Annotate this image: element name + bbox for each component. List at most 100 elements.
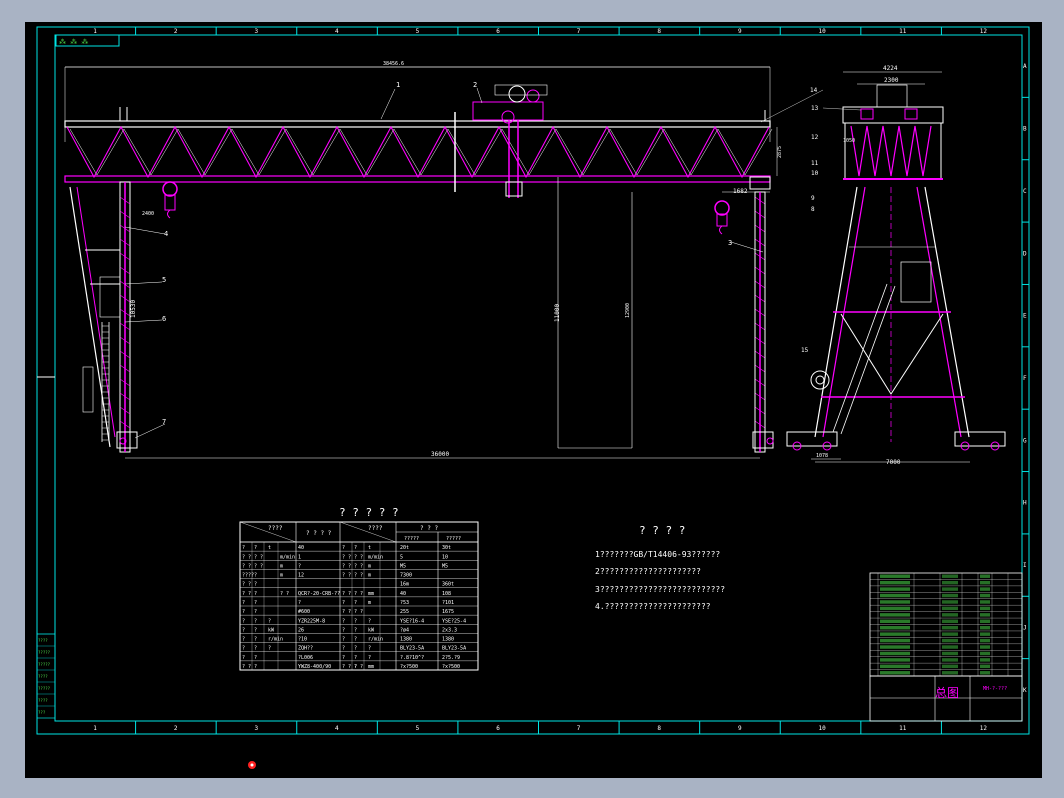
dim-mid-height: 11000 <box>554 304 561 322</box>
params-cell: ? <box>268 646 271 652</box>
girder-top-chord <box>64 120 771 128</box>
dim-base-width: 7000 <box>886 459 901 466</box>
params-cell: ? <box>342 637 345 643</box>
params-cell: ? <box>242 545 245 551</box>
callout-12: 12 <box>811 134 819 141</box>
params-cell: ? <box>354 637 357 643</box>
col-mark-top: 4 <box>335 28 339 35</box>
left-revision-stamp: ?????????????????????????????? <box>36 633 56 719</box>
params-cell: ? ? ? ? <box>342 554 363 560</box>
col-mark-bottom: 3 <box>254 725 258 732</box>
col-mark-top: 8 <box>657 28 661 35</box>
params-head-mid2: ???? <box>368 525 383 532</box>
params-cell: 2?5.?9 <box>442 655 460 661</box>
params-head-right: ? ? ? <box>420 525 438 532</box>
params-head-sub: ????? <box>404 536 419 542</box>
params-cell: ? ? <box>354 664 363 670</box>
col-mark-bottom: 9 <box>738 725 742 732</box>
dim-top: 38456.6 <box>383 61 404 67</box>
left-stamp-cell: ???? <box>38 638 48 643</box>
girder-truss-web-inner <box>69 128 773 176</box>
col-mark-bottom: 12 <box>980 725 988 732</box>
params-cell: ? <box>254 637 257 643</box>
cad-viewport[interactable]: 1 1 2 2 3 3 4 4 5 5 6 6 7 7 8 8 9 9 10 10 11 11 12 12 ABCDEFGHI… <box>25 22 1042 778</box>
params-cell: 360t <box>442 582 454 588</box>
params-cell: 12 <box>298 573 304 579</box>
params-cell: ? <box>242 609 245 615</box>
params-head-mid: ? ? ? ? <box>306 530 332 537</box>
callout-15: 15 <box>801 347 809 354</box>
params-cell: ? <box>254 545 257 551</box>
params-cell: 10 <box>442 554 448 560</box>
params-cell: m <box>368 563 371 569</box>
params-cell: ? ? ? ? <box>342 563 363 569</box>
col-mark-bottom: 7 <box>577 725 581 732</box>
trolley-drum <box>508 85 526 103</box>
note-line-2: 2????????????????????? <box>595 567 701 576</box>
col-mark-top: 11 <box>899 28 907 35</box>
params-cell: mm <box>368 664 374 670</box>
drawing-code: MH-?-??? <box>983 686 1007 692</box>
params-cell: m <box>368 573 371 579</box>
params-cell: ? <box>242 646 245 652</box>
params-cell: t <box>368 545 371 551</box>
callout-7: 7 <box>162 418 166 426</box>
col-mark-top: 6 <box>496 28 500 35</box>
col-mark-bottom: 6 <box>496 725 500 732</box>
col-mark-bottom: 1 <box>93 725 97 732</box>
params-cell: ? ? ? ? <box>342 591 363 597</box>
title-block: 总图 MH-?-??? <box>869 675 1023 722</box>
params-cell: ? <box>254 609 257 615</box>
dim-side: 2400 <box>142 211 154 217</box>
params-cell: ? <box>342 655 345 661</box>
params-cell: YSE?16-4 <box>400 618 424 624</box>
callout-11: 11 <box>811 160 819 167</box>
params-cell: ?x?500 <box>442 664 460 670</box>
left-stamp-cell: ????? <box>38 686 51 691</box>
params-title: ? ? ? ? ? <box>339 506 399 519</box>
col-mark-bottom: 5 <box>416 725 420 732</box>
params-cell: ? ? ? <box>242 664 257 670</box>
row-mark: A <box>1023 63 1027 70</box>
params-cell: 1380 <box>442 637 454 643</box>
callout-14: 14 <box>810 87 818 94</box>
callout-8: 8 <box>811 206 815 213</box>
params-cell: M5 <box>442 563 448 569</box>
params-cell: #600 <box>298 609 310 615</box>
col-mark-top: 5 <box>416 28 420 35</box>
col-mark-bottom: 2 <box>174 725 178 732</box>
params-cell: kW <box>368 627 375 633</box>
callout-6: 6 <box>162 315 166 323</box>
left-stamp-cell: ???? <box>38 674 48 679</box>
params-cell: r/min <box>368 637 383 643</box>
col-mark-top: 1 <box>93 28 97 35</box>
params-cell: m/min <box>368 554 383 560</box>
row-mark: F <box>1023 375 1027 382</box>
params-cell: ? <box>342 646 345 652</box>
params-cell: ? <box>298 600 301 606</box>
params-cell: r/min <box>268 637 283 643</box>
params-cell: ? <box>342 600 345 606</box>
col-mark-top: 7 <box>577 28 581 35</box>
col-mark-top: 12 <box>980 28 988 35</box>
params-cell: 5 <box>400 554 403 560</box>
dim-top-width: 4224 <box>883 65 898 72</box>
left-stamp-cell: ????? <box>38 662 51 667</box>
params-cell: ZQH?? <box>298 646 313 652</box>
callout-10: 10 <box>811 170 819 177</box>
params-cell: ? <box>254 600 257 606</box>
bill-of-materials <box>869 572 1023 677</box>
params-cell: ? <box>368 618 371 624</box>
params-cell: ? <box>298 563 301 569</box>
params-cell: m <box>368 600 371 606</box>
col-mark-bottom: 11 <box>899 725 907 732</box>
params-cell: ? <box>242 637 245 643</box>
dim-left-height: 10530 <box>130 300 137 318</box>
params-cell: kW <box>268 627 275 633</box>
params-cell: ? <box>368 655 371 661</box>
drawing-title: 总图 <box>935 686 959 700</box>
col-mark-top: 2 <box>174 28 178 35</box>
cad-drawing: 112233445566778899101011111212 ABCDEFGHI… <box>36 26 1030 769</box>
callout-13: 13 <box>811 105 819 112</box>
dim-right-height: 12900 <box>625 303 631 318</box>
